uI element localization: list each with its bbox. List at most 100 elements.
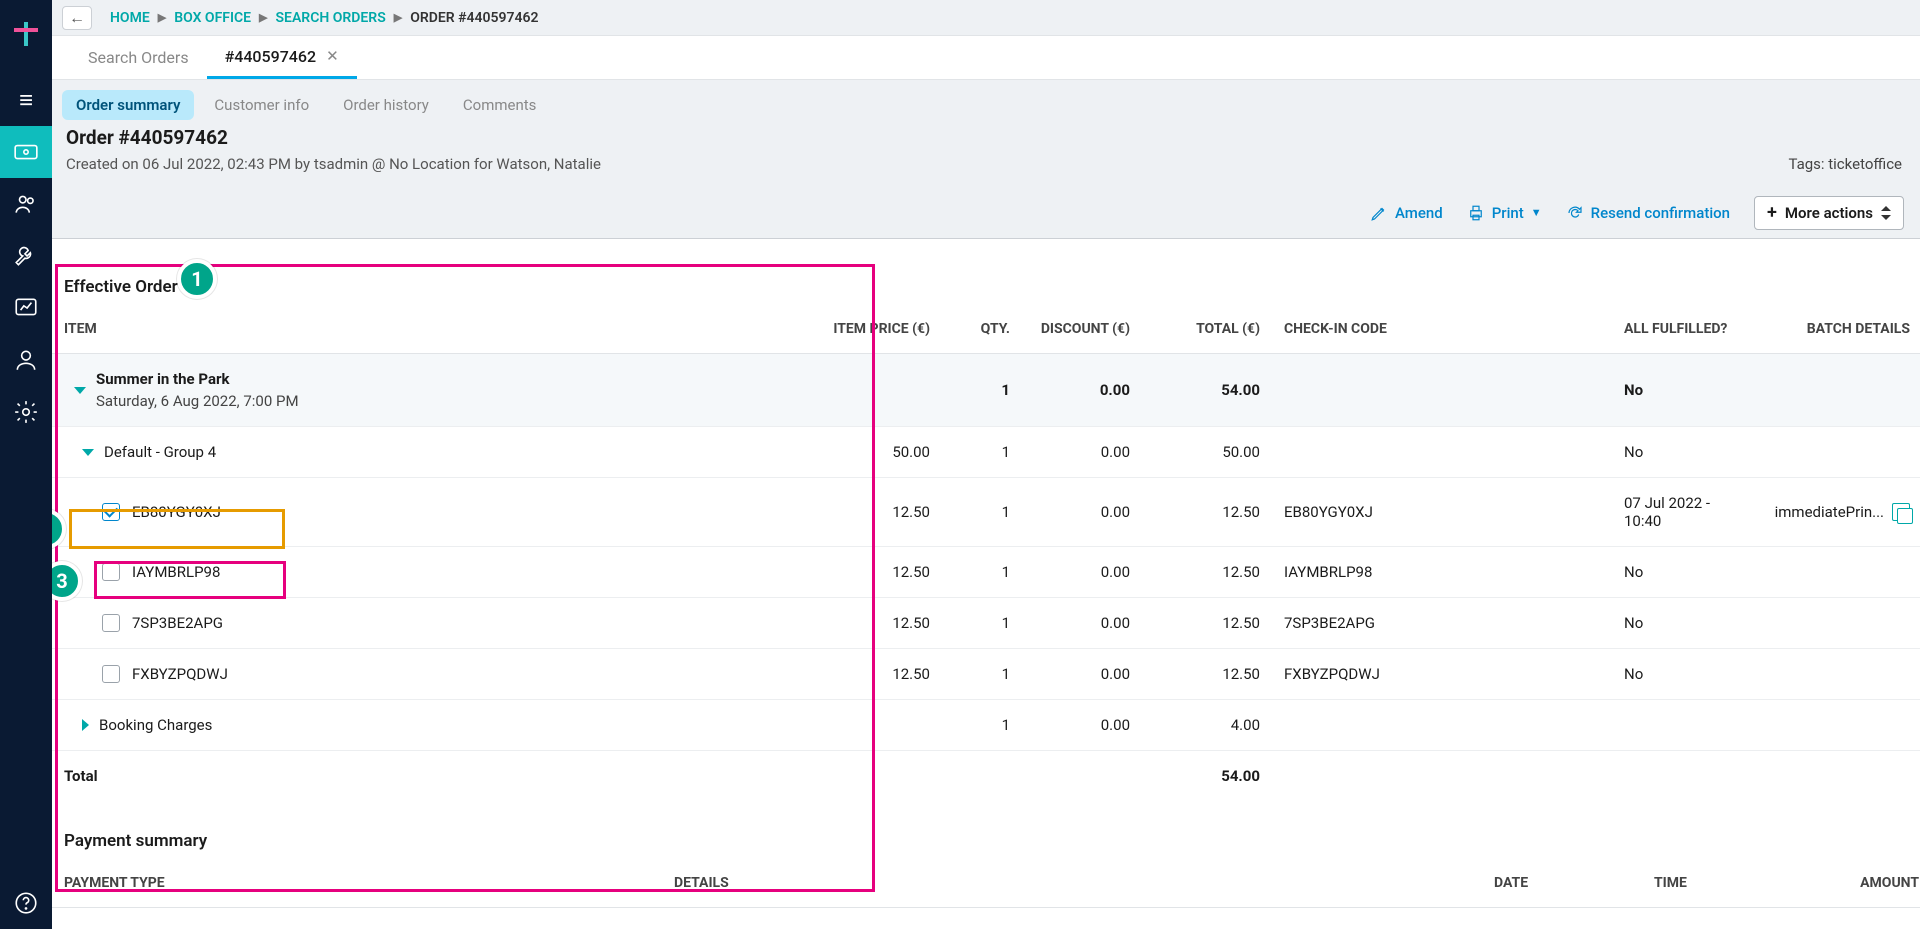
- col-payment-details: DETAILS: [662, 857, 1482, 908]
- order-items-table: ITEM ITEM PRICE (€) QTY. DISCOUNT (€) TO…: [52, 303, 1920, 801]
- ticket-checkbox[interactable]: [102, 665, 120, 683]
- event-total: 54.00: [1142, 354, 1272, 427]
- ticket-qty: 1: [942, 478, 1022, 547]
- ticket-code: FXBYZPQDWJ: [132, 665, 228, 683]
- crumb-box-office[interactable]: BOX OFFICE: [174, 10, 251, 26]
- print-label: Print: [1492, 204, 1524, 222]
- group-discount: 0.00: [1022, 427, 1142, 478]
- ticket-row: IAYMBRLP98 12.50 1 0.00 12.50 IAYMBRLP98…: [52, 547, 1920, 598]
- order-title: Order #440597462: [66, 126, 1788, 149]
- nav-tools-icon[interactable]: [0, 230, 52, 282]
- ticket-checkbox[interactable]: [102, 503, 120, 521]
- app-logo-icon[interactable]: [0, 8, 52, 60]
- booking-charges-row[interactable]: Booking Charges 1 0.00 4.00: [52, 700, 1920, 751]
- left-nav-rail: ≡: [0, 0, 52, 929]
- nav-customers-icon[interactable]: [0, 178, 52, 230]
- actions-bar: Amend Print ▼ Resend confirmation + More…: [52, 187, 1920, 239]
- group-row[interactable]: Default - Group 4 50.00 1 0.00 50.00 No: [52, 427, 1920, 478]
- col-total: TOTAL (€): [1142, 303, 1272, 354]
- ticket-discount: 0.00: [1022, 547, 1142, 598]
- subtab-order-history[interactable]: Order history: [329, 90, 443, 120]
- ticket-price: 12.50: [812, 547, 942, 598]
- amend-link[interactable]: Amend: [1370, 204, 1443, 222]
- chevron-down-icon: ▼: [1531, 206, 1542, 219]
- tab-label: Search Orders: [88, 48, 189, 67]
- ticket-fulfilled: 07 Jul 2022 - 10:40: [1612, 478, 1752, 547]
- event-row[interactable]: Summer in the Park Saturday, 6 Aug 2022,…: [52, 354, 1920, 427]
- col-qty: QTY.: [942, 303, 1022, 354]
- ticket-fulfilled: No: [1612, 598, 1752, 649]
- more-actions-button[interactable]: + More actions: [1754, 196, 1904, 230]
- resend-label: Resend confirmation: [1591, 204, 1730, 222]
- nav-settings-icon[interactable]: [0, 386, 52, 438]
- col-payment-type: PAYMENT TYPE: [52, 857, 662, 908]
- ticket-row: EB80YGY0XJ 12.50 1 0.00 12.50 EB80YGY0XJ…: [52, 478, 1920, 547]
- event-discount: 0.00: [1022, 354, 1142, 427]
- order-tags: Tags: ticketoffice: [1788, 155, 1906, 173]
- more-actions-label: More actions: [1785, 204, 1873, 222]
- col-check-in: CHECK-IN CODE: [1272, 303, 1612, 354]
- crumb-home[interactable]: HOME: [110, 10, 150, 26]
- ticket-code: IAYMBRLP98: [132, 563, 220, 581]
- pencil-icon: [1370, 204, 1388, 222]
- ticket-row: FXBYZPQDWJ 12.50 1 0.00 12.50 FXBYZPQDWJ…: [52, 649, 1920, 700]
- nav-tickets-icon[interactable]: [0, 126, 52, 178]
- ticket-checkin: IAYMBRLP98: [1272, 547, 1612, 598]
- col-item-price: ITEM PRICE (€): [812, 303, 942, 354]
- col-payment-date: DATE: [1482, 857, 1642, 908]
- order-body[interactable]: Effective Order ITEM ITEM PRICE (€) QTY.…: [52, 239, 1920, 929]
- ticket-checkin: 7SP3BE2APG: [1272, 598, 1612, 649]
- ticket-checkin: FXBYZPQDWJ: [1272, 649, 1612, 700]
- tab-search-orders[interactable]: Search Orders: [70, 36, 207, 79]
- ticket-total: 12.50: [1142, 478, 1272, 547]
- subtab-customer-info[interactable]: Customer info: [200, 90, 323, 120]
- crumb-current: ORDER #440597462: [410, 10, 538, 26]
- copy-icon[interactable]: [1892, 503, 1910, 521]
- subtab-order-summary[interactable]: Order summary: [62, 90, 194, 120]
- nav-profile-icon[interactable]: [0, 334, 52, 386]
- ticket-total: 12.50: [1142, 598, 1272, 649]
- group-qty: 1: [942, 427, 1022, 478]
- ticket-checkbox[interactable]: [102, 614, 120, 632]
- amend-label: Amend: [1395, 204, 1443, 222]
- hamburger-menu-icon[interactable]: ≡: [0, 74, 52, 126]
- group-fulfilled: No: [1612, 427, 1752, 478]
- order-header: Order #440597462 Created on 06 Jul 2022,…: [52, 126, 1920, 187]
- main-content: ← HOME ▶ BOX OFFICE ▶ SEARCH ORDERS ▶ OR…: [52, 0, 1920, 929]
- total-value: 54.00: [1142, 751, 1272, 802]
- col-item: ITEM: [52, 303, 812, 354]
- resend-link[interactable]: Resend confirmation: [1566, 204, 1730, 222]
- chevron-right-icon[interactable]: [82, 719, 89, 731]
- booking-discount: 0.00: [1022, 700, 1142, 751]
- ticket-fulfilled: No: [1612, 547, 1752, 598]
- chevron-down-icon[interactable]: [82, 449, 94, 456]
- nav-reports-icon[interactable]: [0, 282, 52, 334]
- print-link[interactable]: Print ▼: [1467, 204, 1542, 222]
- breadcrumbs: HOME ▶ BOX OFFICE ▶ SEARCH ORDERS ▶ ORDE…: [110, 10, 539, 26]
- close-icon[interactable]: ✕: [326, 47, 339, 65]
- tab-label: #440597462: [225, 47, 317, 66]
- tab-active-order[interactable]: #440597462 ✕: [207, 36, 357, 79]
- col-discount: DISCOUNT (€): [1022, 303, 1142, 354]
- ticket-price: 12.50: [812, 478, 942, 547]
- col-payment-amount: AMOUNT (€): [1802, 857, 1920, 908]
- ticket-qty: 1: [942, 547, 1022, 598]
- payment-table: PAYMENT TYPE DETAILS DATE TIME AMOUNT (€…: [52, 857, 1920, 908]
- chevron-down-icon[interactable]: [74, 387, 86, 394]
- ticket-qty: 1: [942, 598, 1022, 649]
- ticket-total: 12.50: [1142, 649, 1272, 700]
- back-button[interactable]: ←: [62, 6, 92, 30]
- nav-help-icon[interactable]: [0, 877, 52, 929]
- ticket-discount: 0.00: [1022, 478, 1142, 547]
- ticket-code: EB80YGY0XJ: [132, 503, 221, 521]
- sort-caret-icon: [1881, 207, 1891, 219]
- total-row: Total 54.00: [52, 751, 1920, 802]
- event-name: Summer in the Park: [96, 370, 299, 388]
- booking-qty: 1: [942, 700, 1022, 751]
- sub-tabs: Order summary Customer info Order histor…: [52, 80, 1920, 126]
- col-payment-time: TIME: [1642, 857, 1802, 908]
- ticket-fulfilled: No: [1612, 649, 1752, 700]
- ticket-checkbox[interactable]: [102, 563, 120, 581]
- subtab-comments[interactable]: Comments: [449, 90, 551, 120]
- crumb-search-orders[interactable]: SEARCH ORDERS: [276, 10, 386, 26]
